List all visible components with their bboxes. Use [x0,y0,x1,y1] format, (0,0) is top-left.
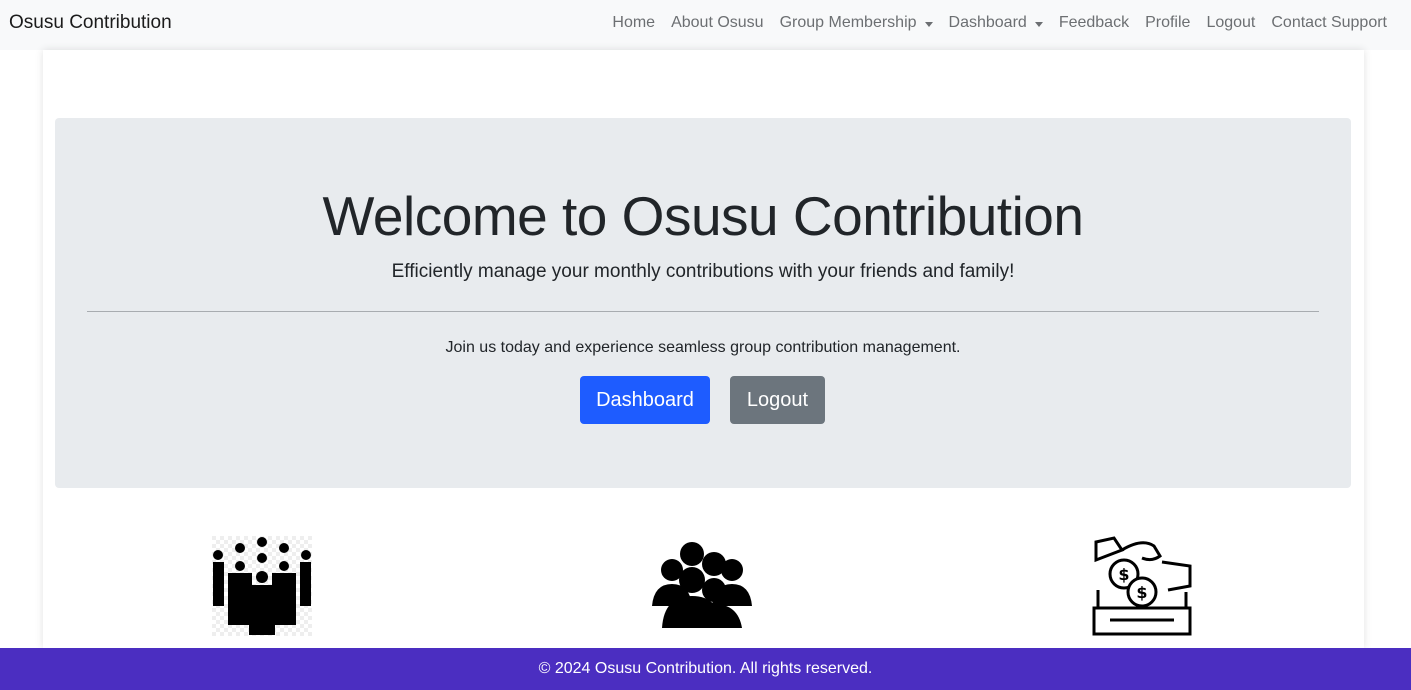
footer: © 2024 Osusu Contribution. All rights re… [0,648,1411,690]
welcome-jumbotron: Welcome to Osusu Contribution Efficientl… [55,118,1351,488]
navbar-brand[interactable]: Osusu Contribution [9,11,172,35]
nav-link-label: Profile [1145,14,1191,31]
nav-link-profile[interactable]: Profile [1137,12,1198,34]
dashboard-button[interactable]: Dashboard [580,376,710,424]
welcome-lead: Efficiently manage your monthly contribu… [391,261,1015,282]
navbar: Osusu Contribution Home About Osusu Grou… [0,0,1411,50]
nav-links: Home About Osusu Group Membership Dashbo… [604,12,1395,34]
nav-link-label: About Osusu [671,14,764,31]
join-text: Join us today and experience seamless gr… [445,339,961,356]
caret-down-icon [1034,21,1043,27]
divider [87,311,1319,312]
logout-button[interactable]: Logout [730,376,825,424]
nav-link-contact-support[interactable]: Contact Support [1263,12,1395,34]
nav-link-label: Home [612,14,656,31]
nav-link-about[interactable]: About Osusu [663,12,772,34]
footer-copyright: © 2024 Osusu Contribution. All rights re… [538,660,873,677]
nav-link-feedback[interactable]: Feedback [1051,12,1137,34]
nav-link-label: Dashboard [948,14,1027,31]
svg-text:$: $ [1118,565,1129,584]
people-crowd-icon [212,536,312,636]
nav-link-label: Group Membership [779,14,917,31]
caret-down-icon [924,21,933,27]
group-icon [652,536,752,636]
money-deposit-icon: $ $ [1092,536,1192,636]
nav-link-logout[interactable]: Logout [1198,12,1263,34]
main-container: Welcome to Osusu Contribution Efficientl… [43,50,1364,648]
nav-link-home[interactable]: Home [604,12,663,34]
nav-link-label: Feedback [1058,14,1130,31]
welcome-title: Welcome to Osusu Contribution [322,185,1084,247]
nav-dropdown-group-membership[interactable]: Group Membership [772,12,941,34]
nav-dropdown-dashboard[interactable]: Dashboard [941,12,1051,34]
nav-link-label: Logout [1206,14,1256,31]
svg-text:$: $ [1136,583,1147,602]
nav-link-label: Contact Support [1271,14,1387,31]
